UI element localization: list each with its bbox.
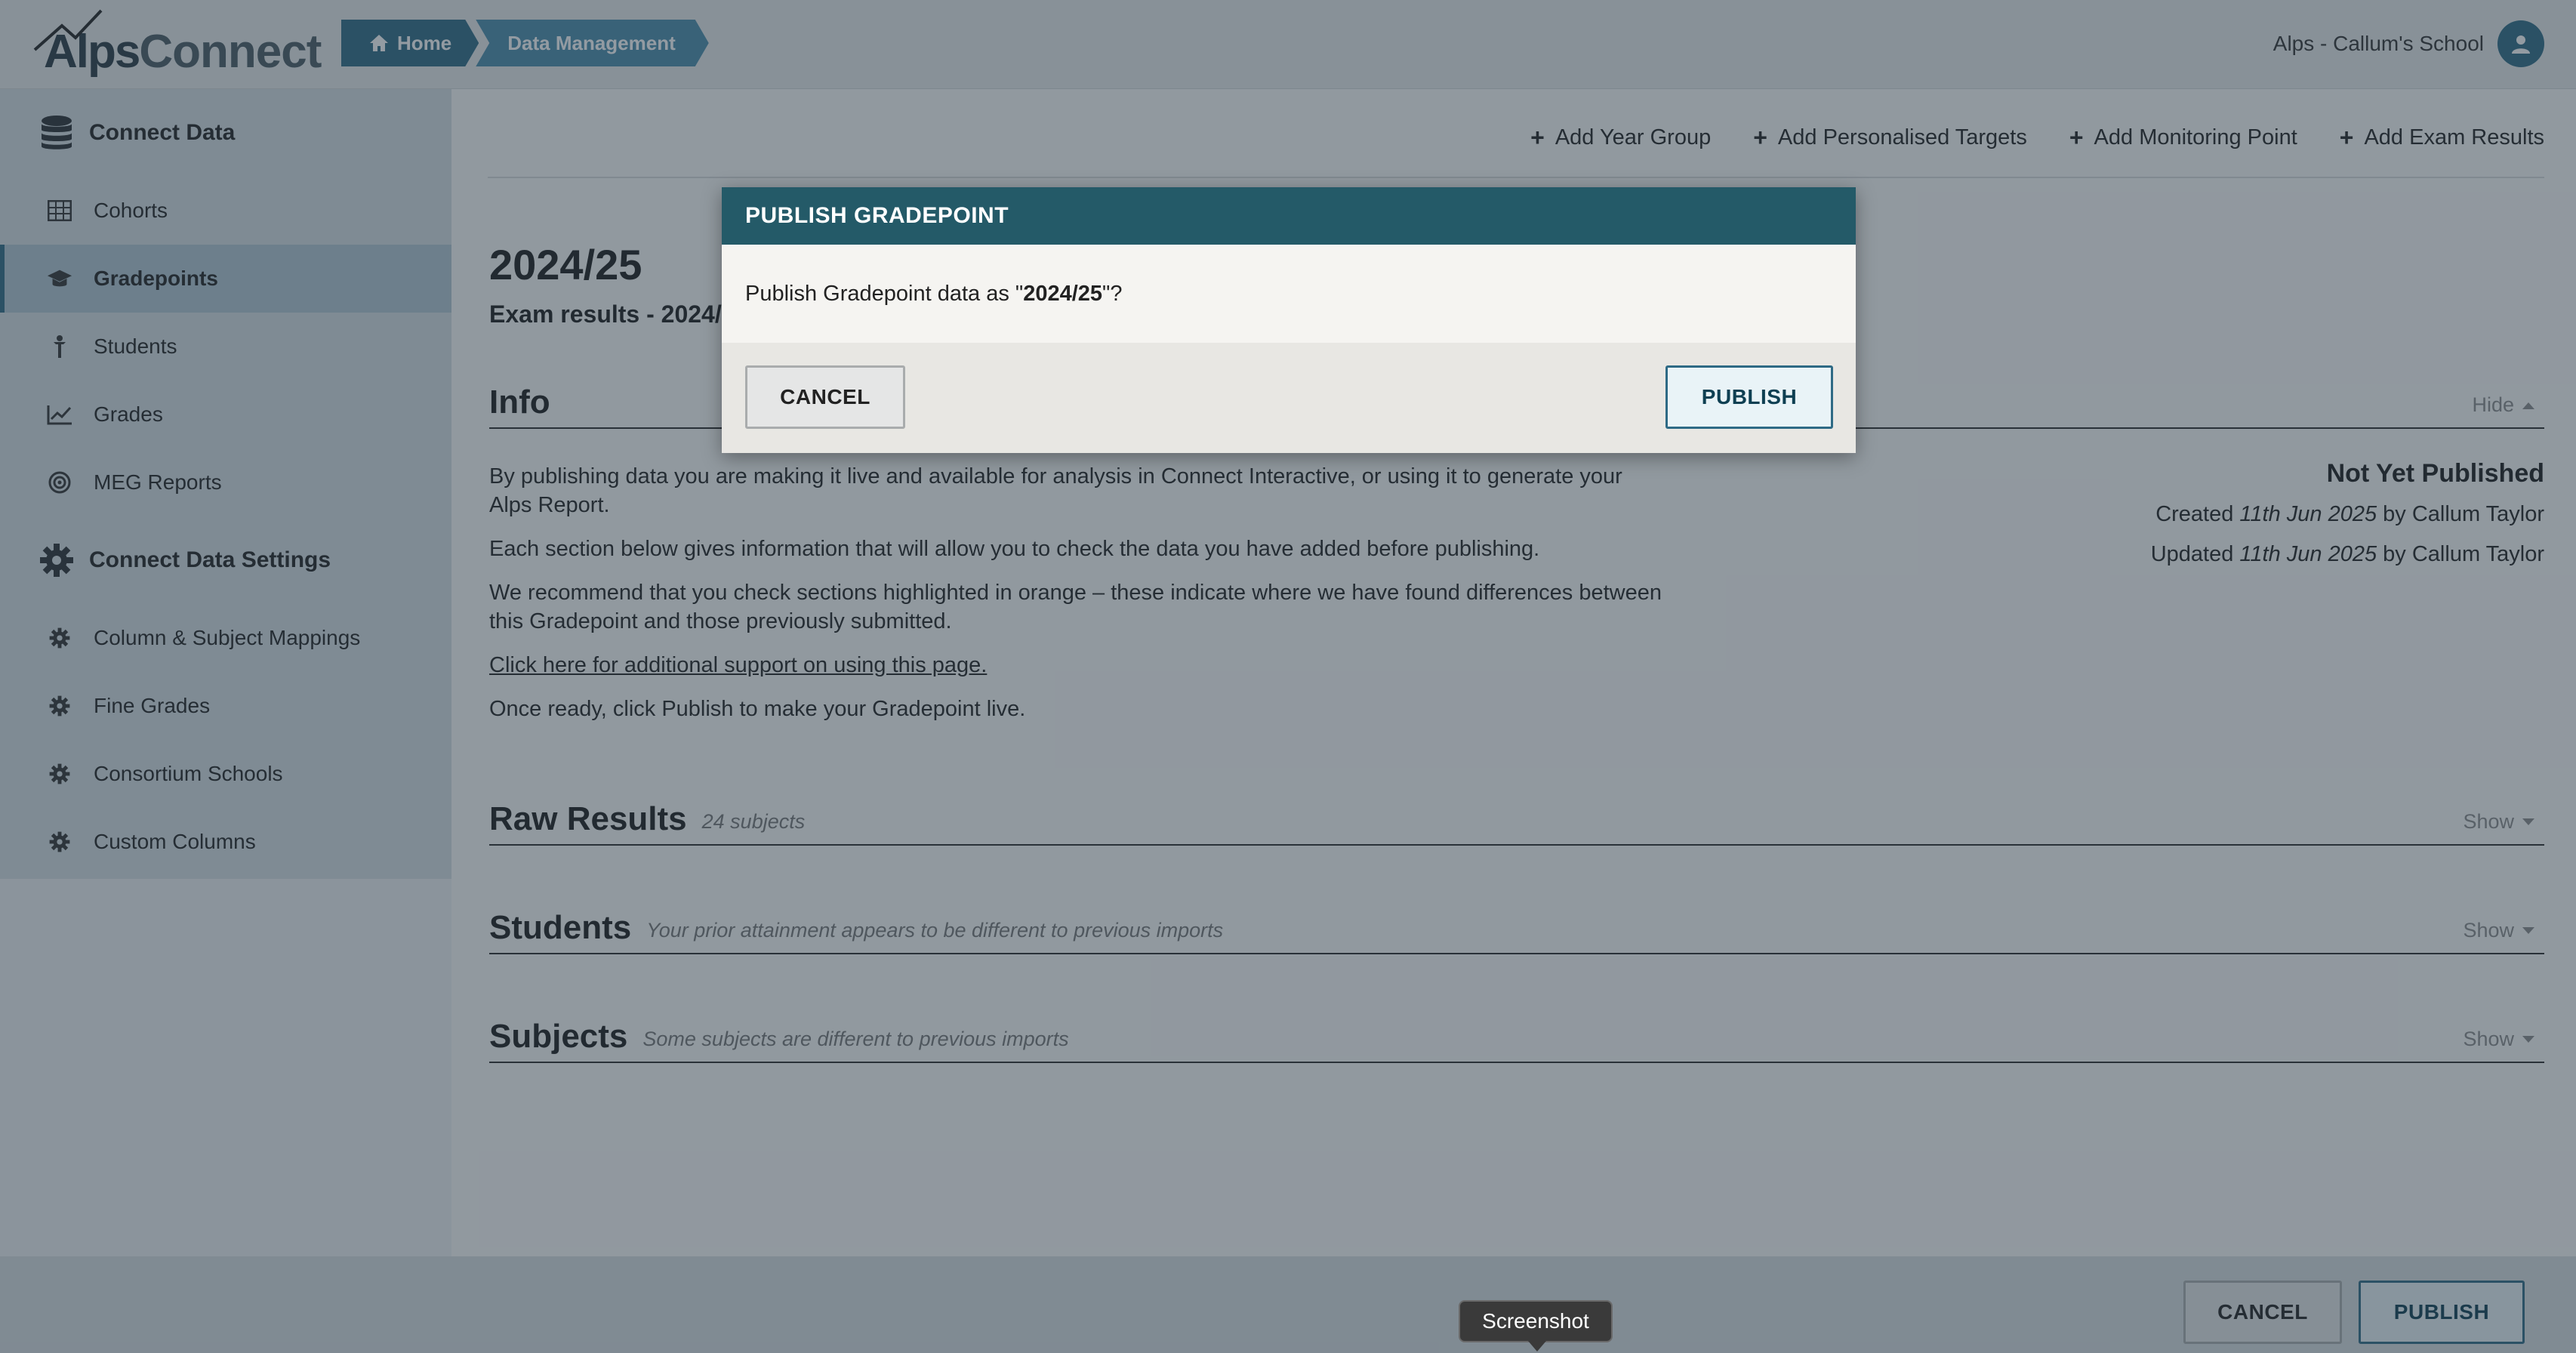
dialog-message-suffix: "? [1102,281,1123,306]
dialog-title: PUBLISH GRADEPOINT [722,187,1856,245]
dialog-cancel-button[interactable]: CANCEL [745,365,905,429]
dialog-message-value: 2024/25 [1023,281,1103,306]
dialog-message-prefix: Publish Gradepoint data as " [745,281,1024,306]
tooltip-tail [1528,1341,1546,1351]
screenshot-tooltip: Screenshot [1459,1300,1613,1342]
publish-dialog: PUBLISH GRADEPOINT Publish Gradepoint da… [722,187,1856,453]
dialog-footer: CANCEL PUBLISH [722,343,1856,453]
dialog-publish-button[interactable]: PUBLISH [1665,365,1833,429]
dialog-message: Publish Gradepoint data as " 2024/25 "? [722,245,1856,343]
